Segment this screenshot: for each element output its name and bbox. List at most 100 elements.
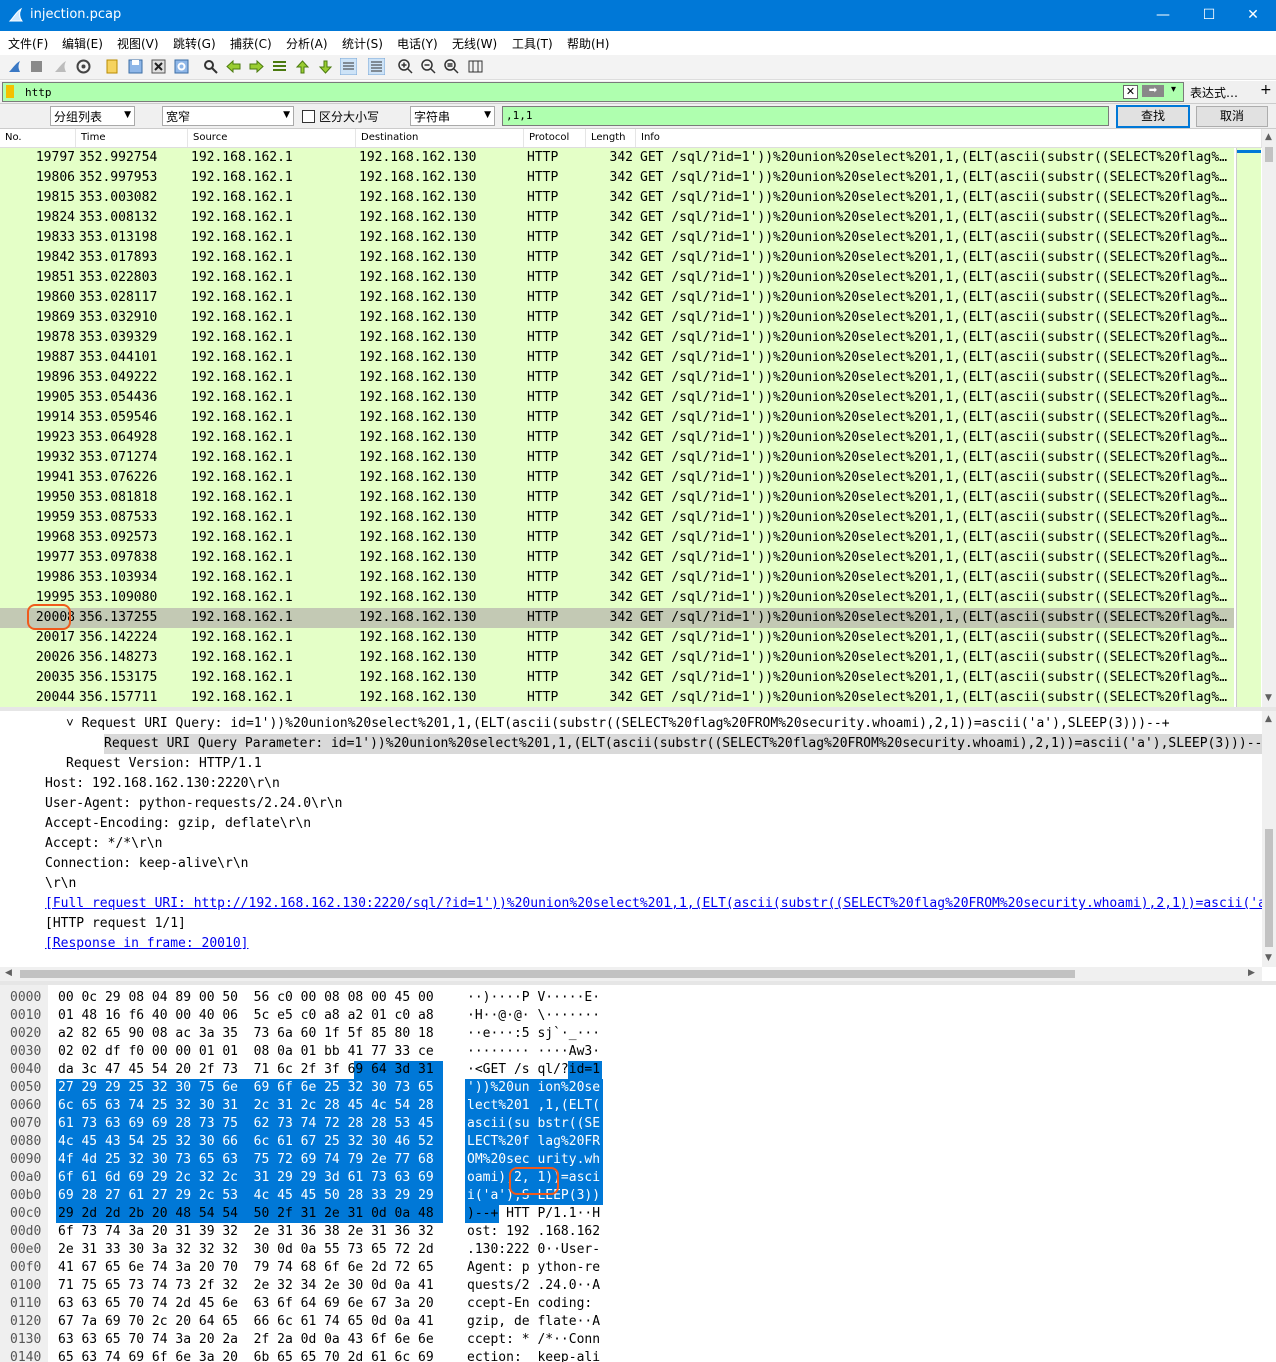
reload-file-icon[interactable] bbox=[173, 58, 190, 75]
restart-capture-icon[interactable] bbox=[52, 58, 69, 75]
display-filter-text[interactable]: http bbox=[25, 86, 52, 99]
byte-ascii-row[interactable]: ccept-En coding: bbox=[467, 1295, 600, 1313]
bookmark-icon[interactable] bbox=[6, 85, 14, 98]
byte-ascii-row[interactable]: ection: keep-ali bbox=[467, 1349, 600, 1362]
menu-telephony[interactable]: 电话(Y) bbox=[397, 35, 438, 52]
byte-ascii-row[interactable]: ·H··@·@· \······· bbox=[467, 1007, 600, 1025]
packet-row[interactable]: 19968 353.092573 192.168.162.1 192.168.162.… bbox=[0, 528, 1234, 548]
close-button[interactable]: ✕ bbox=[1230, 0, 1276, 31]
packet-row[interactable]: 20017 356.142224 192.168.162.1 192.168.162.… bbox=[0, 628, 1234, 648]
go-forward-icon[interactable] bbox=[248, 58, 265, 75]
detail-line[interactable]: Connection: keep-alive\r\n bbox=[45, 854, 1262, 874]
menu-help[interactable]: 帮助(H) bbox=[567, 35, 609, 52]
byte-hex-row[interactable]: 01 48 16 f6 40 00 40 06 5c e5 c0 a8 a2 0… bbox=[58, 1007, 434, 1025]
byte-hex-row[interactable]: 4c 45 43 54 25 32 30 66 6c 61 67 25 32 3… bbox=[58, 1133, 434, 1151]
byte-ascii-row[interactable]: ········ ····Aw3· bbox=[467, 1043, 600, 1061]
column-header-no[interactable]: No. bbox=[0, 129, 76, 147]
packet-row[interactable]: 19833 353.013198 192.168.162.1 192.168.162.… bbox=[0, 228, 1234, 248]
packet-row[interactable]: 19797 352.992754 192.168.162.1 192.168.162.… bbox=[0, 148, 1234, 168]
packet-row[interactable]: 19878 353.039329 192.168.162.1 192.168.162.… bbox=[0, 328, 1234, 348]
packet-row[interactable]: 19914 353.059546 192.168.162.1 192.168.162.… bbox=[0, 408, 1234, 428]
packet-row[interactable]: 19959 353.087533 192.168.162.1 192.168.162.… bbox=[0, 508, 1234, 528]
find-packet-icon[interactable] bbox=[202, 58, 219, 75]
detail-line[interactable]: Accept: */*\r\n bbox=[45, 834, 1262, 854]
byte-hex-row[interactable]: da 3c 47 45 54 20 2f 73 71 6c 2f 3f 69 6… bbox=[58, 1061, 434, 1079]
byte-hex-row[interactable]: 63 63 65 70 74 3a 20 2a 2f 2a 0d 0a 43 6… bbox=[58, 1331, 434, 1349]
scrollbar-thumb[interactable] bbox=[20, 970, 1075, 978]
resize-columns-icon[interactable] bbox=[467, 58, 484, 75]
search-type-select[interactable]: 字符串 ▼ bbox=[410, 106, 495, 126]
zoom-in-icon[interactable] bbox=[397, 58, 414, 75]
scroll-down-icon[interactable]: ▼ bbox=[1265, 953, 1272, 963]
packet-row[interactable]: 19905 353.054436 192.168.162.1 192.168.162.… bbox=[0, 388, 1234, 408]
packet-row[interactable]: 19932 353.071274 192.168.162.1 192.168.162.… bbox=[0, 448, 1234, 468]
go-back-icon[interactable] bbox=[225, 58, 242, 75]
byte-hex-row[interactable]: 65 63 74 69 6f 6e 3a 20 6b 65 65 70 2d 6… bbox=[58, 1349, 434, 1362]
menu-view[interactable]: 视图(V) bbox=[117, 35, 159, 52]
byte-ascii-row[interactable]: LECT%20f lag%20FR bbox=[467, 1133, 600, 1151]
menu-go[interactable]: 跳转(G) bbox=[173, 35, 216, 52]
charset-select[interactable]: 宽窄 ▼ bbox=[162, 106, 294, 126]
start-capture-icon[interactable] bbox=[6, 58, 23, 75]
menu-file[interactable]: 文件(F) bbox=[8, 35, 48, 52]
column-header-source[interactable]: Source bbox=[188, 129, 356, 147]
byte-ascii-row[interactable]: ost: 192 .168.162 bbox=[467, 1223, 600, 1241]
byte-hex-row[interactable]: 6f 73 74 3a 20 31 39 32 2e 31 36 38 2e 3… bbox=[58, 1223, 434, 1241]
scroll-left-icon[interactable]: ◀ bbox=[5, 968, 12, 978]
menu-capture[interactable]: 捕获(C) bbox=[230, 35, 272, 52]
packet-row[interactable]: 19860 353.028117 192.168.162.1 192.168.162.… bbox=[0, 288, 1234, 308]
scroll-up-icon[interactable]: ▲ bbox=[1265, 714, 1272, 724]
packet-row[interactable]: 19869 353.032910 192.168.162.1 192.168.162.… bbox=[0, 308, 1234, 328]
column-header-length[interactable]: Length bbox=[586, 129, 636, 147]
packet-row[interactable]: 19815 353.003082 192.168.162.1 192.168.162.… bbox=[0, 188, 1234, 208]
go-to-packet-icon[interactable] bbox=[271, 58, 288, 75]
normal-size-icon[interactable] bbox=[443, 58, 460, 75]
packet-minimap[interactable] bbox=[1236, 148, 1261, 707]
detail-line[interactable]: ˅ Request URI Query: id=1'))%20union%20s… bbox=[66, 714, 1262, 734]
byte-ascii-row[interactable]: ··e···:5 sj`·_··· bbox=[467, 1025, 600, 1043]
zoom-out-icon[interactable] bbox=[420, 58, 437, 75]
detail-link[interactable]: [Response in frame: 20010] bbox=[45, 934, 1262, 954]
byte-ascii-row[interactable]: ··)····P V·····E· bbox=[467, 989, 600, 1007]
byte-hex-row[interactable]: 4f 4d 25 32 30 73 65 63 75 72 69 74 79 2… bbox=[58, 1151, 434, 1169]
byte-hex-row[interactable]: 02 02 df f0 00 00 01 01 08 0a 01 bb 41 7… bbox=[58, 1043, 434, 1061]
byte-ascii-row[interactable]: ·<GET /s ql/?id=1 bbox=[467, 1061, 600, 1079]
open-file-icon[interactable] bbox=[104, 58, 121, 75]
case-sensitive-checkbox[interactable] bbox=[302, 110, 315, 123]
detail-line[interactable]: \r\n bbox=[45, 874, 1262, 894]
packet-row[interactable]: 19806 352.997953 192.168.162.1 192.168.162.… bbox=[0, 168, 1234, 188]
maximize-button[interactable]: ☐ bbox=[1186, 0, 1232, 31]
column-header-destination[interactable]: Destination bbox=[356, 129, 524, 147]
byte-ascii-row[interactable]: ascii(su bstr((SE bbox=[467, 1115, 600, 1133]
detail-line[interactable]: Accept-Encoding: gzip, deflate\r\n bbox=[45, 814, 1262, 834]
detail-line[interactable]: Request URI Query Parameter: id=1'))%20u… bbox=[104, 734, 1262, 754]
byte-hex-row[interactable]: 27 29 29 25 32 30 75 6e 69 6f 6e 25 32 3… bbox=[58, 1079, 434, 1097]
detail-line[interactable]: Host: 192.168.162.130:2220\r\n bbox=[45, 774, 1262, 794]
column-header-protocol[interactable]: Protocol bbox=[524, 129, 586, 147]
byte-hex-row[interactable]: 63 63 65 70 74 2d 45 6e 63 6f 64 69 6e 6… bbox=[58, 1295, 434, 1313]
add-filter-button[interactable]: + bbox=[1260, 82, 1272, 98]
menu-tools[interactable]: 工具(T) bbox=[512, 35, 553, 52]
packet-row[interactable]: 19842 353.017893 192.168.162.1 192.168.162.… bbox=[0, 248, 1234, 268]
minimize-button[interactable]: — bbox=[1140, 0, 1186, 31]
byte-hex-row[interactable]: 29 2d 2d 2b 20 48 54 54 50 2f 31 2e 31 0… bbox=[58, 1205, 434, 1223]
byte-ascii-row[interactable]: Agent: p ython-re bbox=[467, 1259, 600, 1277]
scrollbar-thumb[interactable] bbox=[1265, 147, 1273, 162]
packet-row[interactable]: 19986 353.103934 192.168.162.1 192.168.162.… bbox=[0, 568, 1234, 588]
packet-row[interactable]: 20026 356.148273 192.168.162.1 192.168.162.… bbox=[0, 648, 1234, 668]
byte-ascii-row[interactable]: quests/2 .24.0··A bbox=[467, 1277, 600, 1295]
packet-row[interactable]: 19824 353.008132 192.168.162.1 192.168.162.… bbox=[0, 208, 1234, 228]
first-packet-icon[interactable] bbox=[294, 58, 311, 75]
packet-row[interactable]: 19896 353.049222 192.168.162.1 192.168.162.… bbox=[0, 368, 1234, 388]
menu-analyze[interactable]: 分析(A) bbox=[286, 35, 328, 52]
byte-ascii-row[interactable]: )--+ HTT P/1.1··H bbox=[467, 1205, 600, 1223]
byte-ascii-row[interactable]: '))%20un ion%20se bbox=[467, 1079, 600, 1097]
details-horizontal-scrollbar[interactable]: ◀ ▶ bbox=[0, 967, 1262, 981]
apply-filter-icon[interactable]: ➡ bbox=[1142, 85, 1164, 97]
expression-button[interactable]: 表达式… bbox=[1190, 84, 1238, 101]
packet-row[interactable]: 19977 353.097838 192.168.162.1 192.168.162.… bbox=[0, 548, 1234, 568]
scroll-up-icon[interactable]: ▲ bbox=[1265, 132, 1272, 142]
last-packet-icon[interactable] bbox=[317, 58, 334, 75]
packet-row[interactable]: 19887 353.044101 192.168.162.1 192.168.162.… bbox=[0, 348, 1234, 368]
search-in-select[interactable]: 分组列表 ▼ bbox=[50, 106, 135, 126]
